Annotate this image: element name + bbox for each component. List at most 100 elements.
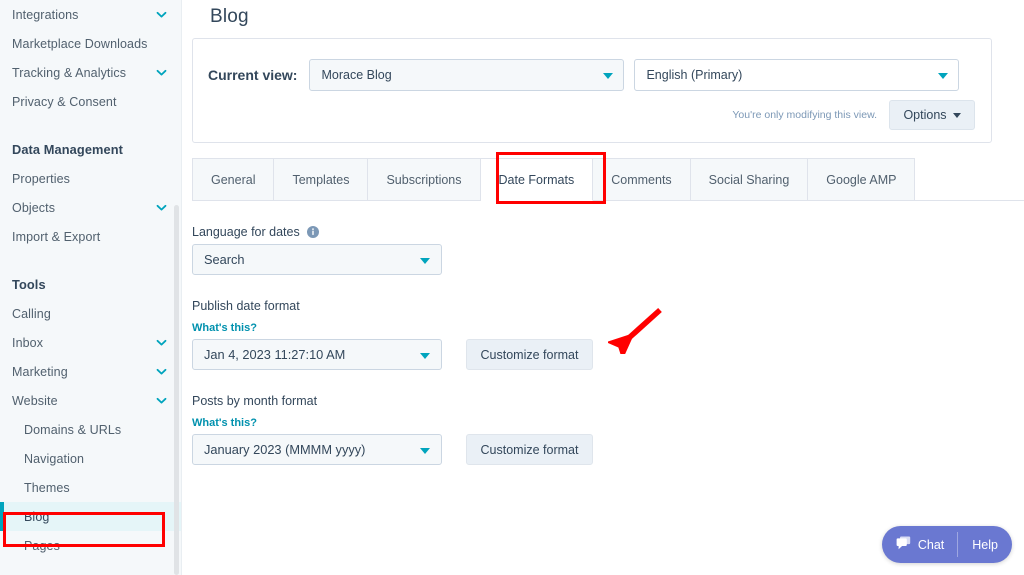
sidebar: Integrations Marketplace Downloads Trackin…: [0, 0, 182, 575]
chevron-down-icon[interactable]: [155, 336, 168, 349]
chevron-down-icon: [420, 352, 430, 359]
sidebar-item-blog[interactable]: Blog: [0, 502, 182, 531]
sidebar-item-marketplace-downloads[interactable]: Marketplace Downloads: [0, 29, 182, 58]
sidebar-nav-list: Integrations Marketplace Downloads Trackin…: [0, 0, 182, 560]
tab-google-amp[interactable]: Google AMP: [808, 158, 916, 201]
app-root: Integrations Marketplace Downloads Trackin…: [0, 0, 1024, 575]
sidebar-item-label: Themes: [24, 480, 70, 495]
sidebar-item-label: Navigation: [24, 451, 85, 466]
tab-templates[interactable]: Templates: [274, 158, 369, 201]
publish-date-whats-this-link[interactable]: What's this?: [192, 322, 257, 334]
sidebar-item-label: Marketing: [12, 364, 68, 379]
sidebar-item-calling[interactable]: Calling: [0, 299, 182, 328]
sidebar-item-privacy-consent[interactable]: Privacy & Consent: [0, 87, 182, 116]
chevron-down-icon: [420, 447, 430, 454]
sidebar-item-integrations[interactable]: Integrations: [0, 0, 182, 29]
sidebar-item-label: Privacy & Consent: [12, 94, 117, 109]
current-view-subrow: You're only modifying this view. Options: [193, 91, 991, 130]
tab-label: Comments: [611, 172, 672, 187]
language-for-dates-row: Search: [192, 244, 982, 275]
sidebar-item-website[interactable]: Website: [0, 386, 182, 415]
language-for-dates-label-text: Language for dates: [192, 225, 300, 239]
info-icon[interactable]: [306, 226, 319, 238]
sidebar-item-label: Objects: [12, 200, 56, 215]
main-content: Blog Current view: Morace Blog English (…: [182, 0, 1024, 575]
help-button-label: Help: [972, 537, 998, 552]
sidebar-item-inbox[interactable]: Inbox: [0, 328, 182, 357]
sidebar-item-label: Import & Export: [12, 229, 101, 244]
page-title: Blog: [210, 6, 249, 27]
sidebar-item-marketing[interactable]: Marketing: [0, 357, 182, 386]
posts-by-month-format-label-text: Posts by month format: [192, 394, 318, 408]
sidebar-item-label: Domains & URLs: [24, 422, 122, 437]
posts-by-month-customize-format-button[interactable]: Customize format: [466, 434, 593, 465]
posts-by-month-format-select[interactable]: January 2023 (MMMM yyyy): [192, 434, 442, 465]
chevron-down-icon: [603, 73, 614, 79]
sidebar-item-label: Integrations: [12, 7, 79, 22]
language-select-value: English (Primary): [646, 68, 743, 82]
blog-view-select[interactable]: Morace Blog: [309, 59, 625, 91]
tab-label: Social Sharing: [708, 172, 790, 187]
sidebar-item-tools: Tools: [0, 269, 182, 299]
chevron-down-icon: [952, 112, 961, 118]
sidebar-item-navigation[interactable]: Navigation: [0, 444, 182, 473]
publish-date-customize-format-button[interactable]: Customize format: [466, 339, 593, 370]
sidebar-item-label: Pages: [24, 538, 60, 553]
tab-social-sharing[interactable]: Social Sharing: [690, 158, 809, 201]
sidebar-item-properties[interactable]: Properties: [0, 164, 182, 193]
date-formats-form: Language for dates Search Publish date f…: [192, 225, 982, 483]
help-button[interactable]: Help: [958, 526, 1012, 563]
chevron-down-icon[interactable]: [155, 201, 168, 214]
publish-date-format-value: Jan 4, 2023 11:27:10 AM: [204, 347, 346, 362]
sidebar-item-pages[interactable]: Pages: [0, 531, 182, 560]
chat-button[interactable]: Chat: [882, 526, 957, 563]
publish-date-format-label: Publish date format: [192, 299, 982, 313]
sidebar-item-label: Tools: [12, 276, 46, 292]
tab-label: Date Formats: [498, 172, 575, 187]
chevron-down-icon[interactable]: [155, 8, 168, 21]
language-for-dates-label: Language for dates: [192, 225, 982, 239]
chevron-down-icon[interactable]: [155, 365, 168, 378]
publish-date-format-group: Publish date format What's this? Jan 4, …: [192, 299, 982, 370]
tab-label: Google AMP: [826, 172, 897, 187]
modifying-view-note: You're only modifying this view.: [732, 109, 877, 121]
sidebar-item-label: Calling: [12, 306, 51, 321]
options-button-label: Options: [903, 108, 947, 122]
language-for-dates-value: Search: [204, 252, 245, 267]
language-for-dates-group: Language for dates Search: [192, 225, 982, 275]
sidebar-item-objects[interactable]: Objects: [0, 193, 182, 222]
posts-by-month-format-label: Posts by month format: [192, 394, 982, 408]
publish-date-format-label-text: Publish date format: [192, 299, 300, 313]
posts-by-month-format-row: January 2023 (MMMM yyyy) Customize forma…: [192, 434, 982, 465]
current-view-row: Current view: Morace Blog English (Prima…: [193, 39, 991, 91]
chevron-down-icon[interactable]: [155, 66, 168, 79]
sidebar-item-domains-urls[interactable]: Domains & URLs: [0, 415, 182, 444]
settings-tabs: General Templates Subscriptions Date Format…: [192, 158, 994, 201]
tab-label: Subscriptions: [386, 172, 462, 187]
language-for-dates-select[interactable]: Search: [192, 244, 442, 275]
sidebar-item-themes[interactable]: Themes: [0, 473, 182, 502]
tab-label: General: [211, 172, 256, 187]
current-view-card: Current view: Morace Blog English (Prima…: [192, 38, 992, 143]
tab-comments[interactable]: Comments: [593, 158, 691, 201]
sidebar-item-import-export[interactable]: Import & Export: [0, 222, 182, 251]
posts-by-month-whats-this-link[interactable]: What's this?: [192, 417, 257, 429]
chevron-down-icon: [420, 257, 430, 264]
chevron-down-icon[interactable]: [155, 394, 168, 407]
tab-subscriptions[interactable]: Subscriptions: [368, 158, 481, 201]
tab-general[interactable]: General: [192, 158, 275, 201]
sidebar-item-label: Blog: [24, 509, 50, 524]
tab-label: Templates: [292, 172, 350, 187]
chevron-down-icon: [938, 73, 949, 79]
sidebar-item-tracking-analytics[interactable]: Tracking & Analytics: [0, 58, 182, 87]
blog-view-select-value: Morace Blog: [321, 68, 392, 82]
tab-date-formats[interactable]: Date Formats: [480, 158, 594, 201]
language-select[interactable]: English (Primary): [634, 59, 960, 91]
chat-bubble-icon: [896, 536, 911, 553]
sidebar-item-data-management: Data Management: [0, 134, 182, 164]
options-button[interactable]: Options: [889, 100, 975, 130]
publish-date-format-select[interactable]: Jan 4, 2023 11:27:10 AM: [192, 339, 442, 370]
sidebar-item-label: Website: [12, 393, 58, 408]
sidebar-scrollbar[interactable]: [174, 205, 179, 575]
publish-date-format-row: Jan 4, 2023 11:27:10 AM Customize format: [192, 339, 982, 370]
